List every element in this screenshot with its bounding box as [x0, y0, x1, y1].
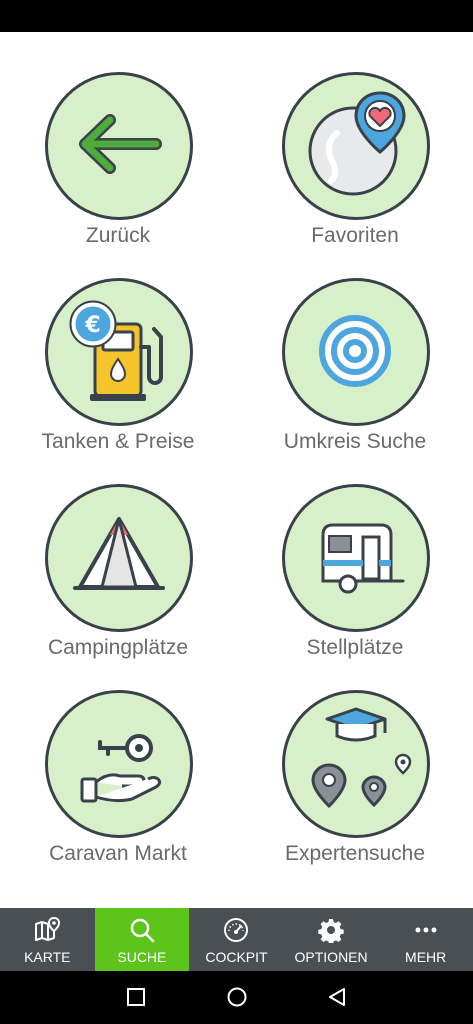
tile-circle [45, 484, 193, 632]
bottom-navigation: KARTE SUCHE COCKPIT OPTIONEN MEHR [0, 908, 473, 971]
key-hand-icon [80, 734, 162, 803]
tent-icon [73, 517, 165, 590]
system-navigation-bar [0, 971, 473, 1024]
nav-label: SUCHE [117, 949, 167, 965]
nav-label: MEHR [405, 949, 447, 965]
tile-circle [45, 690, 193, 838]
speedometer-icon [224, 918, 249, 942]
tile-circle [282, 690, 430, 838]
gear-icon [318, 919, 344, 943]
recents-button[interactable] [106, 971, 166, 1024]
heart-pin-icon [308, 91, 406, 196]
nav-label: OPTIONEN [294, 949, 368, 965]
svg-text:€: € [84, 313, 100, 338]
square-icon [127, 988, 145, 1006]
nav-item-mehr[interactable]: MEHR [378, 908, 473, 971]
back-arrow-icon [79, 114, 162, 174]
tile-pitches[interactable]: Stellplätze [236, 444, 472, 659]
triangle-back-icon [329, 988, 345, 1006]
tile-campsites[interactable]: Campingplätze [0, 444, 236, 659]
tile-circle [282, 278, 430, 426]
map-icon [35, 917, 61, 941]
tile-fuel-prices[interactable]: € Tanken & Preise [0, 238, 236, 453]
nav-item-optionen[interactable]: OPTIONEN [284, 908, 379, 971]
nav-item-cockpit[interactable]: COCKPIT [189, 908, 284, 971]
tile-expert-search[interactable]: Expertensuche [236, 650, 472, 865]
graduation-cap-pins-icon [311, 707, 412, 809]
search-menu-grid: Zurück Favoriten € Tanken & Preise Umkre… [0, 32, 473, 908]
back-button[interactable] [307, 971, 367, 1024]
radius-target-icon [319, 315, 391, 387]
tile-circle [282, 484, 430, 632]
fuel-pump-euro-icon: € [69, 300, 163, 401]
nav-label: KARTE [24, 949, 71, 965]
tile-circle: € [45, 278, 193, 426]
caravan-icon [321, 523, 405, 594]
home-button[interactable] [207, 971, 267, 1024]
tile-circle [45, 72, 193, 220]
nav-label: COCKPIT [205, 949, 268, 965]
tile-circle [282, 72, 430, 220]
nav-item-karte[interactable]: KARTE [0, 908, 95, 971]
circle-icon [227, 987, 247, 1007]
tile-back[interactable]: Zurück [0, 32, 236, 247]
tile-caravan-market[interactable]: Caravan Markt [0, 650, 236, 865]
search-icon [130, 918, 155, 943]
nav-item-suche[interactable]: SUCHE [94, 908, 190, 971]
tile-label: Caravan Markt [49, 842, 187, 865]
status-bar [0, 0, 473, 32]
tile-radius-search[interactable]: Umkreis Suche [236, 238, 472, 453]
more-dots-icon [415, 927, 437, 933]
tile-favorites[interactable]: Favoriten [236, 32, 472, 247]
tile-label: Expertensuche [284, 842, 426, 865]
